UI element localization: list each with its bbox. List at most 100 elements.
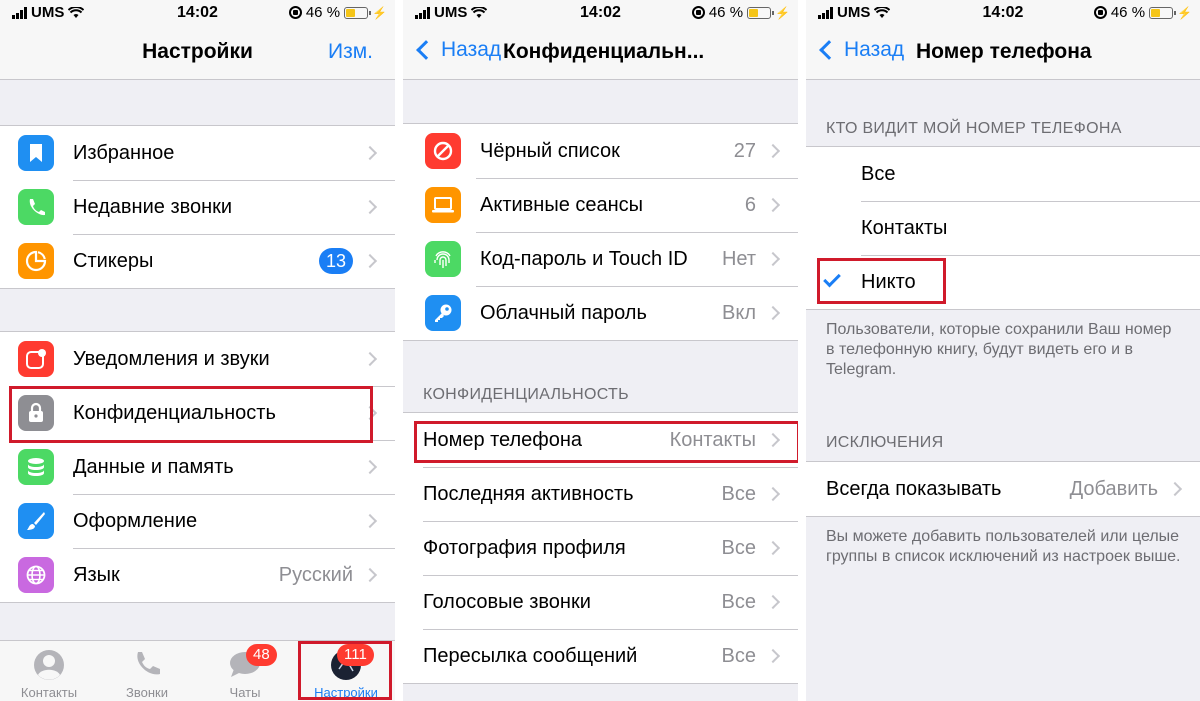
row-value: Нет [721, 247, 756, 270]
edit-button[interactable]: Изм. [328, 40, 373, 64]
tab-label: Чаты [229, 685, 261, 700]
settings-item-language[interactable]: Язык Русский [0, 548, 395, 602]
settings-item-recent-calls[interactable]: Недавние звонки [0, 180, 395, 234]
battery-icon [344, 6, 372, 19]
option-contacts[interactable]: Контакты [806, 201, 1200, 255]
nav-bar: Назад Номер телефона [806, 28, 1200, 80]
chats-unread-badge: 48 [246, 644, 277, 666]
settings-item-favorites[interactable]: Избранное [0, 126, 395, 180]
cloud-password-item[interactable]: Облачный пароль Вкл [403, 286, 798, 340]
rotation-lock-icon [1093, 6, 1107, 19]
settings-item-label: Данные и память [73, 455, 234, 478]
settings-group-1: Избранное Недавние звонки Стикеры 13 [0, 125, 395, 289]
chevron-right-icon [765, 305, 781, 321]
settings-item-label: Недавние звонки [73, 195, 233, 218]
row-label: Последняя активность [423, 482, 634, 505]
back-button[interactable]: Назад [413, 38, 501, 62]
profile-photo-item[interactable]: Фотография профиля Все [403, 521, 798, 575]
blocked-users-item[interactable]: Чёрный список 27 [403, 124, 798, 178]
chevron-right-icon [765, 197, 781, 213]
rotation-lock-icon [691, 6, 705, 19]
battery-percent: 46 % [1110, 4, 1146, 21]
globe-icon [18, 557, 54, 593]
chevron-right-icon [765, 486, 781, 502]
chevron-right-icon [362, 405, 378, 421]
charging-icon: ⚡ [372, 5, 387, 20]
battery-icon [747, 6, 775, 19]
settings-item-label: Избранное [73, 141, 175, 164]
charging-icon: ⚡ [1177, 5, 1192, 20]
tab-label: Звонки [126, 685, 168, 700]
chevron-right-icon [362, 513, 378, 529]
rotation-lock-icon [288, 6, 302, 19]
row-value: 6 [744, 193, 756, 216]
settings-item-label: Оформление [73, 509, 198, 532]
last-seen-item[interactable]: Последняя активность Все [403, 467, 798, 521]
status-bar: UMS 14:02 46 % ⚡ [403, 0, 798, 28]
row-label: Облачный пароль [480, 301, 647, 324]
brush-icon [18, 503, 54, 539]
passcode-item[interactable]: Код-пароль и Touch ID Нет [403, 232, 798, 286]
chevron-right-icon [362, 459, 378, 475]
tab-contacts[interactable]: Контакты [0, 641, 98, 701]
chevron-right-icon [765, 540, 781, 556]
chevron-right-icon [362, 145, 378, 161]
chevron-right-icon [765, 251, 781, 267]
row-label: Фотография профиля [423, 536, 626, 559]
back-button[interactable]: Назад [816, 38, 904, 62]
who-sees-header: КТО ВИДИТ МОЙ НОМЕР ТЕЛЕФОНА [826, 120, 1122, 137]
settings-group-2: Уведомления и звуки Конфиденциальность Д… [0, 331, 395, 603]
always-show-item[interactable]: Всегда показывать Добавить [806, 462, 1200, 516]
notification-icon [18, 341, 54, 377]
chevron-left-icon [819, 40, 839, 60]
row-value: 27 [733, 139, 756, 162]
tab-label: Настройки [314, 685, 378, 700]
row-value: Все [721, 482, 756, 505]
phone-icon [137, 652, 160, 675]
settings-item-notifications[interactable]: Уведомления и звуки [0, 332, 395, 386]
chevron-right-icon [362, 253, 378, 269]
chevron-right-icon [765, 594, 781, 610]
active-sessions-item[interactable]: Активные сеансы 6 [403, 178, 798, 232]
tab-calls[interactable]: Звонки [98, 641, 196, 701]
sticker-icon [18, 243, 54, 279]
chevron-right-icon [362, 199, 378, 215]
forwarding-item[interactable]: Пересылка сообщений Все [403, 629, 798, 683]
chevron-right-icon [765, 432, 781, 448]
visibility-options: Все Контакты Никто [806, 146, 1200, 310]
bookmark-icon [18, 135, 54, 171]
row-value: Все [721, 536, 756, 559]
row-label: Пересылка сообщений [423, 644, 638, 667]
back-label: Назад [441, 38, 502, 61]
settings-item-privacy[interactable]: Конфиденциальность [0, 386, 395, 440]
add-value: Добавить [1069, 477, 1158, 500]
privacy-screen: UMS 14:02 46 % ⚡ Назад Конфиденциальн...… [403, 0, 798, 701]
status-bar: UMS 14:02 46 % ⚡ [0, 0, 395, 28]
row-value: Все [721, 644, 756, 667]
settings-item-data-storage[interactable]: Данные и память [0, 440, 395, 494]
battery-icon [1149, 6, 1177, 19]
tab-settings[interactable]: 111 Настройки [297, 641, 395, 701]
tab-chats[interactable]: 48 Чаты [196, 641, 294, 701]
option-nobody[interactable]: Никто [806, 255, 1200, 309]
option-everybody[interactable]: Все [806, 147, 1200, 201]
battery-percent: 46 % [708, 4, 744, 21]
chevron-right-icon [362, 351, 378, 367]
chevron-right-icon [765, 143, 781, 159]
phone-number-item[interactable]: Номер телефона Контакты [403, 413, 798, 467]
row-label: Номер телефона [423, 428, 583, 451]
settings-item-label: Стикеры [73, 249, 154, 272]
database-icon [18, 449, 54, 485]
settings-item-stickers[interactable]: Стикеры 13 [0, 234, 395, 288]
block-icon [425, 133, 461, 169]
option-label: Контакты [861, 216, 948, 239]
voice-calls-item[interactable]: Голосовые звонки Все [403, 575, 798, 629]
settings-item-appearance[interactable]: Оформление [0, 494, 395, 548]
page-title: Конфиденциальн... [503, 40, 705, 63]
settings-screen: UMS 14:02 46 % ⚡ Настройки Изм. Избранно… [0, 0, 395, 701]
laptop-icon [425, 187, 461, 223]
fingerprint-icon [425, 241, 461, 277]
settings-item-label: Конфиденциальность [73, 401, 276, 424]
settings-badge: 111 [337, 644, 374, 666]
row-label: Активные сеансы [480, 193, 644, 216]
